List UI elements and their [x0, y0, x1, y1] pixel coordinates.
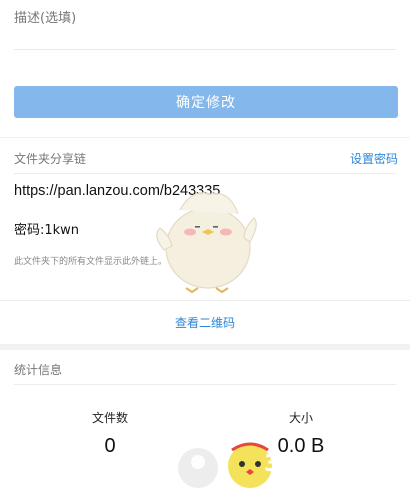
confirm-modify-button[interactable]: 确定修改 [14, 86, 398, 118]
file-count-value: 0 [104, 435, 116, 457]
watermark-text: 3DMGAME [264, 451, 401, 477]
file-count-label: 文件数 [91, 411, 128, 425]
share-section-title: 文件夹分享链 [14, 152, 87, 166]
share-note: 此文件夹下的所有文件显示此外链上。 [14, 257, 168, 267]
size-label: 大小 [288, 411, 313, 425]
stats-section-title: 统计信息 [14, 363, 63, 377]
view-qr-code-link[interactable]: 查看二维码 [0, 314, 410, 331]
divider [0, 300, 410, 301]
share-password: 密码:1kwn [14, 223, 80, 238]
divider [14, 173, 396, 174]
description-section: 描述(选填) 确定修改 [0, 0, 410, 137]
divider [14, 384, 396, 385]
3dmgame-watermark: 3DMGAME [176, 436, 410, 495]
chick-mascot-watermark [156, 192, 257, 294]
description-input[interactable]: 描述(选填) [14, 7, 76, 26]
description-underline [14, 49, 396, 50]
set-password-link[interactable]: 设置密码 [350, 150, 398, 167]
